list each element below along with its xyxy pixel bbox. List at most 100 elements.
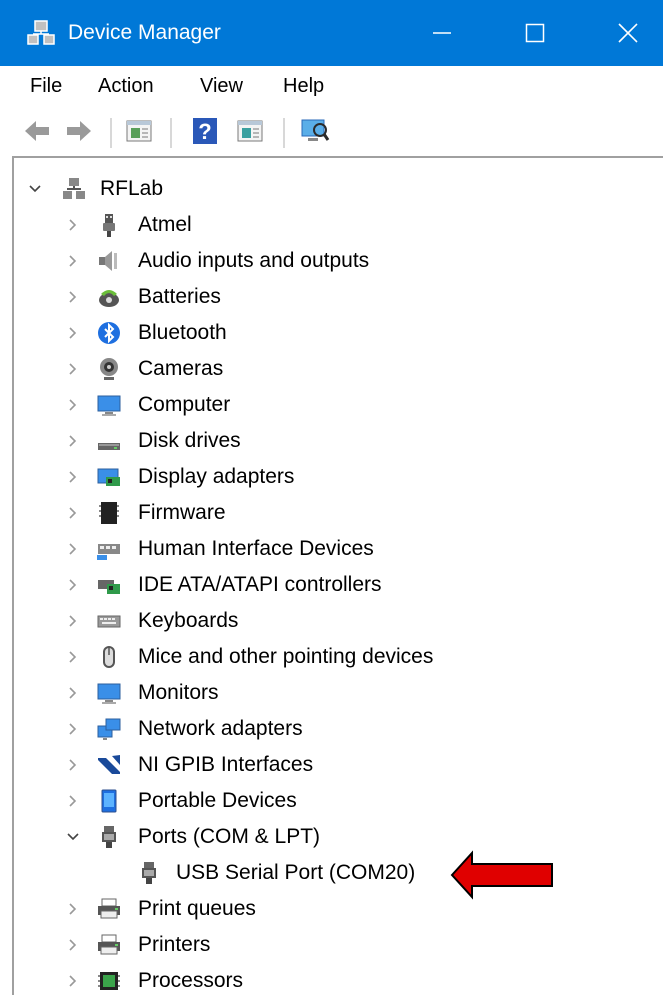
tree-node[interactable]: Atmel xyxy=(0,208,663,242)
tree-node-label: Portable Devices xyxy=(138,789,297,812)
chevron-down-icon[interactable] xyxy=(66,830,80,844)
printer-icon xyxy=(98,934,120,955)
tree-node[interactable]: Monitors xyxy=(0,676,663,710)
tree-node[interactable]: Network adapters xyxy=(0,712,663,746)
scan-hardware-icon[interactable] xyxy=(300,116,330,146)
tree-root-rflab[interactable]: RFLab xyxy=(0,172,663,206)
chevron-right-icon[interactable] xyxy=(66,938,80,952)
chevron-right-icon[interactable] xyxy=(66,326,80,340)
tree-node-label: Processors xyxy=(138,969,244,992)
printer-icon xyxy=(98,898,120,919)
menu-action[interactable]: Action xyxy=(98,73,154,99)
tree-node[interactable]: Disk drives xyxy=(0,424,663,458)
tree-node[interactable]: Portable Devices xyxy=(0,784,663,818)
maximize-icon xyxy=(525,23,545,43)
title-bar[interactable]: Device Manager xyxy=(0,0,663,66)
red-annotation-arrow xyxy=(450,850,553,900)
tree-node-label: Ports (COM & LPT) xyxy=(138,825,321,848)
chevron-right-icon[interactable] xyxy=(66,254,80,268)
tree-node-label: Cameras xyxy=(138,357,224,380)
tree-node[interactable]: Computer xyxy=(0,388,663,422)
chevron-right-icon[interactable] xyxy=(66,722,80,736)
chevron-right-icon[interactable] xyxy=(66,398,80,412)
chevron-right-icon[interactable] xyxy=(66,506,80,520)
tree-node[interactable]: Mice and other pointing devices xyxy=(0,640,663,674)
chevron-right-icon[interactable] xyxy=(66,650,80,664)
update-driver-icon[interactable] xyxy=(235,116,265,146)
computer-network-icon xyxy=(63,178,85,199)
tree-node-label: Bluetooth xyxy=(138,321,227,344)
tree-node[interactable]: Display adapters xyxy=(0,460,663,494)
ide-controller-icon xyxy=(98,580,120,594)
toolbar xyxy=(0,108,663,154)
chevron-right-icon[interactable] xyxy=(66,290,80,304)
svg-text:?: ? xyxy=(198,119,211,144)
toolbar-separator xyxy=(170,118,172,148)
toolbar-separator xyxy=(110,118,112,148)
tree-node-usb-serial-port[interactable]: USB Serial Port (COM20) xyxy=(0,856,663,890)
disk-drive-icon xyxy=(98,443,120,450)
properties-icon[interactable] xyxy=(124,116,154,146)
tree-node[interactable]: Ports (COM & LPT) xyxy=(0,820,663,854)
tree-node-label: Computer xyxy=(138,393,231,416)
tree-node-label: Printers xyxy=(138,933,211,956)
chevron-right-icon[interactable] xyxy=(66,974,80,988)
monitor-icon xyxy=(97,683,121,704)
tree-node[interactable]: Cameras xyxy=(0,352,663,386)
mouse-icon xyxy=(103,646,115,668)
tree-node[interactable]: Processors xyxy=(0,964,663,998)
chevron-right-icon[interactable] xyxy=(66,902,80,916)
chevron-right-icon[interactable] xyxy=(66,578,80,592)
bluetooth-icon xyxy=(98,322,120,344)
speaker-icon xyxy=(99,251,117,271)
menu-file[interactable]: File xyxy=(30,73,62,99)
tree-node[interactable]: Printers xyxy=(0,928,663,962)
chevron-right-icon[interactable] xyxy=(66,758,80,772)
tree-node[interactable]: Bluetooth xyxy=(0,316,663,350)
chevron-right-icon[interactable] xyxy=(66,686,80,700)
maximize-button[interactable] xyxy=(490,0,580,66)
chevron-right-icon[interactable] xyxy=(66,542,80,556)
tree-node[interactable]: Keyboards xyxy=(0,604,663,638)
tree-node[interactable]: Firmware xyxy=(0,496,663,530)
chevron-down-icon[interactable] xyxy=(28,182,42,196)
minimize-button[interactable] xyxy=(397,0,487,66)
portable-device-icon xyxy=(101,789,117,813)
minimize-icon xyxy=(433,32,451,34)
help-icon[interactable]: ? xyxy=(190,116,220,146)
battery-icon xyxy=(99,290,119,307)
tree-node-label: RFLab xyxy=(100,177,164,200)
tree-node-label: Firmware xyxy=(138,501,226,524)
chevron-right-icon[interactable] xyxy=(66,362,80,376)
chevron-right-icon[interactable] xyxy=(66,434,80,448)
chevron-right-icon[interactable] xyxy=(66,794,80,808)
tree-node[interactable]: Print queues xyxy=(0,892,663,926)
tree-node-label: Audio inputs and outputs xyxy=(138,249,370,272)
chevron-right-icon[interactable] xyxy=(66,470,80,484)
tree-node[interactable]: Human Interface Devices xyxy=(0,532,663,566)
chevron-right-icon[interactable] xyxy=(66,614,80,628)
tree-node-label: Atmel xyxy=(138,213,192,236)
tree-node[interactable]: Audio inputs and outputs xyxy=(0,244,663,278)
tree-node-label: IDE ATA/ATAPI controllers xyxy=(138,573,382,596)
menu-view[interactable]: View xyxy=(200,73,243,99)
window-title: Device Manager xyxy=(68,21,221,44)
tree-node-label: Batteries xyxy=(138,285,221,308)
keyboard-icon xyxy=(97,615,121,628)
tree-node[interactable]: Batteries xyxy=(0,280,663,314)
chevron-right-icon[interactable] xyxy=(66,218,80,232)
tree-node[interactable]: IDE ATA/ATAPI controllers xyxy=(0,568,663,602)
forward-arrow-icon[interactable] xyxy=(64,116,94,146)
tree-node-label: NI GPIB Interfaces xyxy=(138,753,314,776)
tree-node-label: Display adapters xyxy=(138,465,295,488)
back-arrow-icon[interactable] xyxy=(22,116,52,146)
close-button[interactable] xyxy=(583,0,663,66)
tree-node[interactable]: NI GPIB Interfaces xyxy=(0,748,663,782)
port-connector-icon xyxy=(142,862,156,884)
menu-help[interactable]: Help xyxy=(283,73,324,99)
hid-icon xyxy=(97,544,120,560)
port-connector-icon xyxy=(102,826,116,848)
close-icon xyxy=(618,23,638,43)
tree-node-label: Network adapters xyxy=(138,717,303,740)
tree-node-label: Disk drives xyxy=(138,429,241,452)
